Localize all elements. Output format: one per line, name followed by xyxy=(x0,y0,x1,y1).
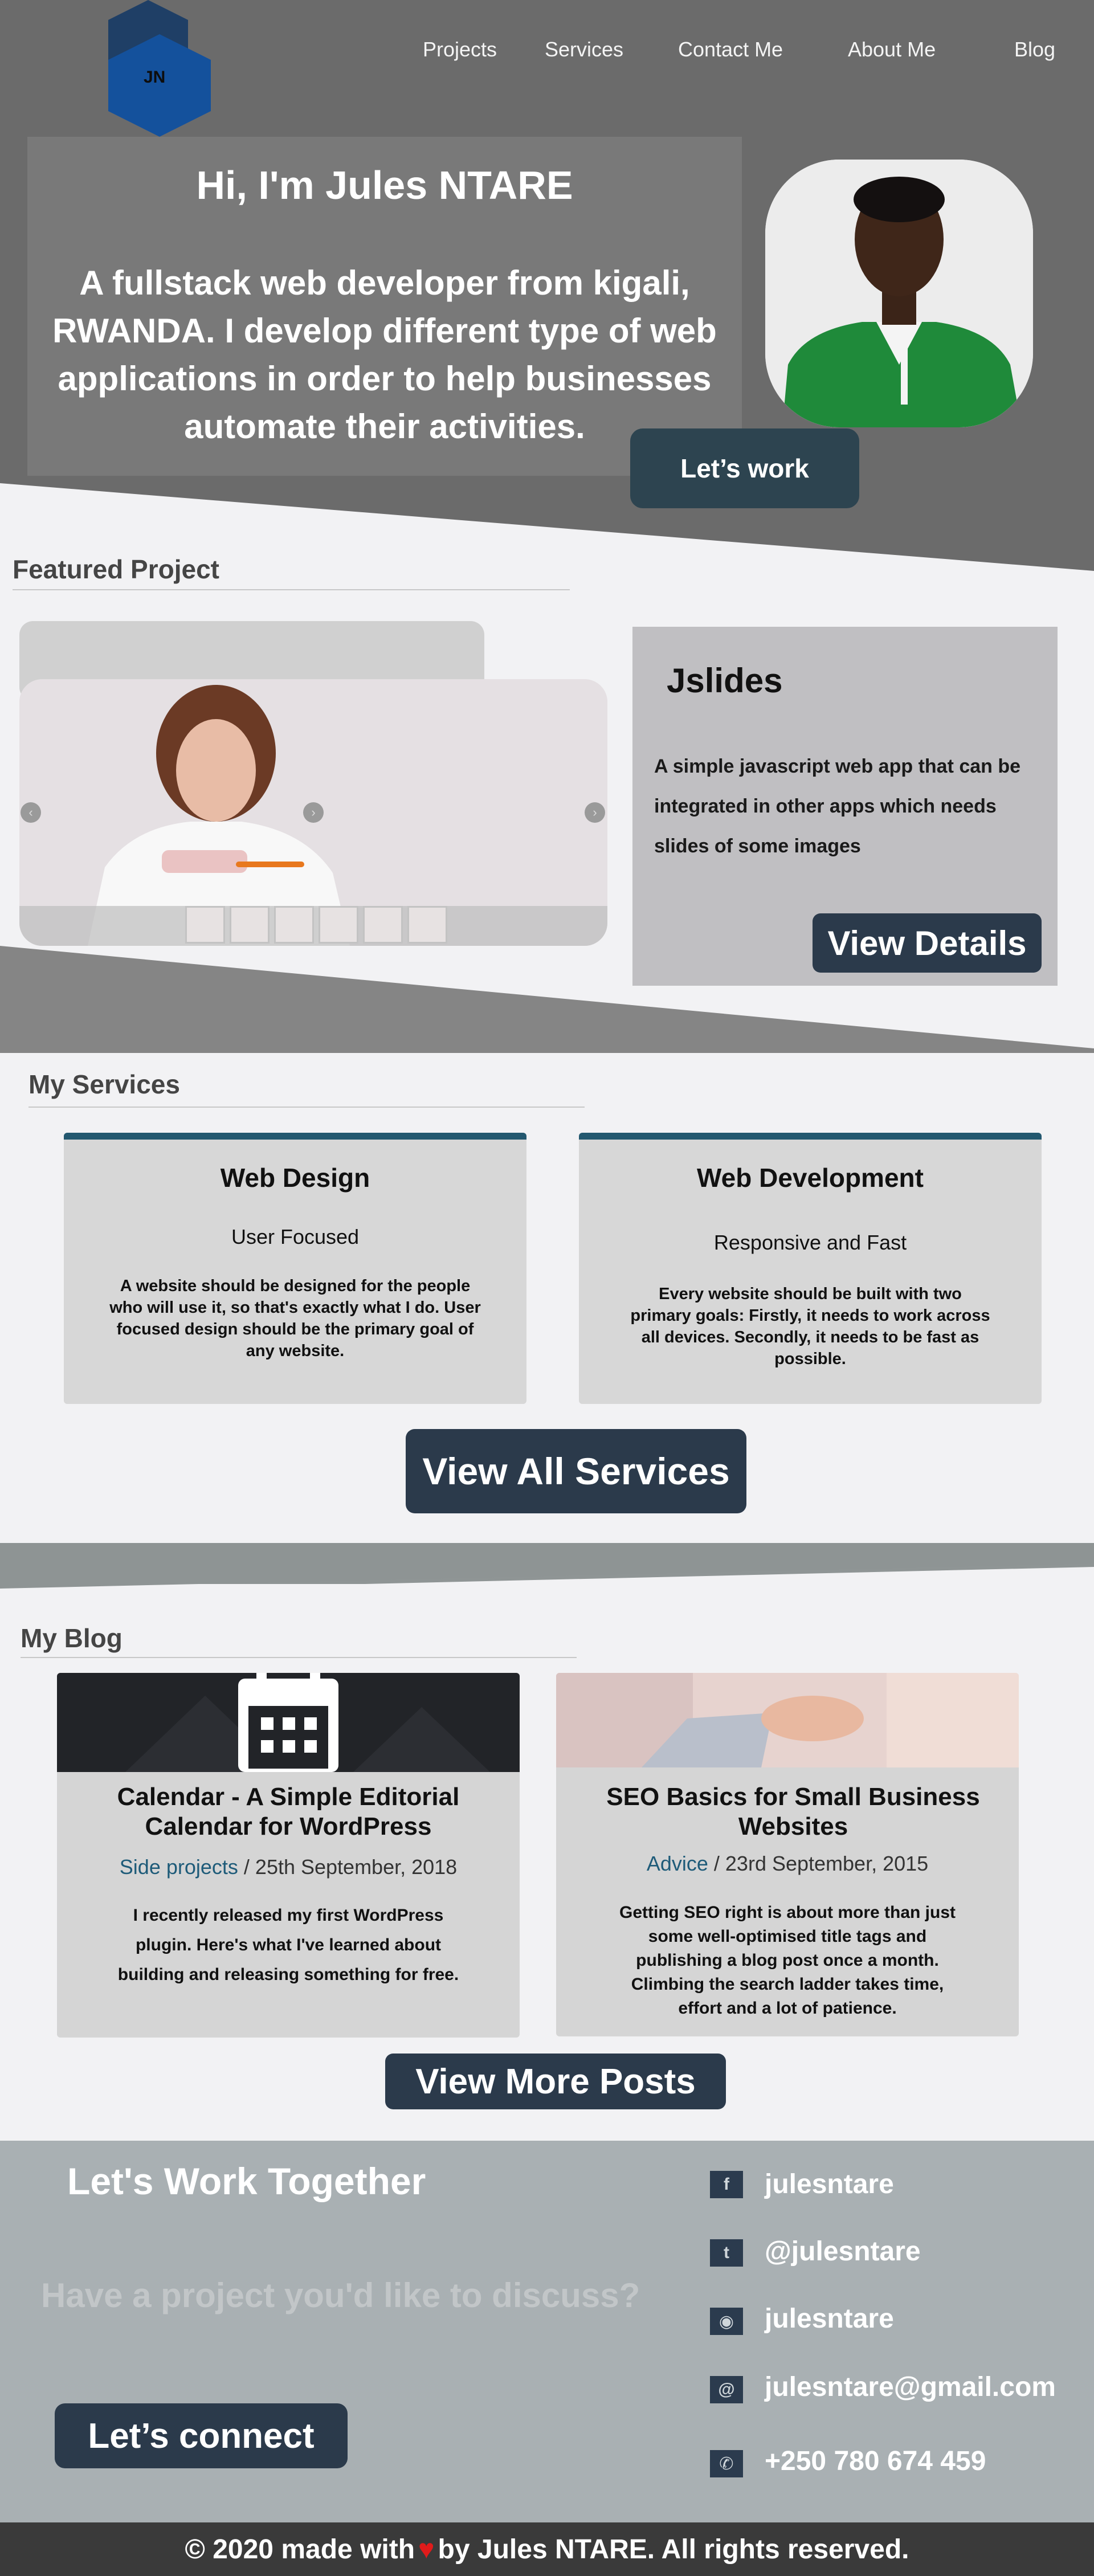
hero-greeting: Hi, I'm Jules NTARE xyxy=(196,163,573,207)
email-address[interactable]: julesntare@gmail.com xyxy=(765,2371,1056,2403)
logo[interactable]: JN xyxy=(91,0,211,137)
featured-title-divider xyxy=(13,589,570,590)
footer-text-start: © 2020 made with xyxy=(185,2534,415,2565)
blog-post-category[interactable]: Advice xyxy=(647,1852,708,1875)
service-title: Web Development xyxy=(697,1163,924,1193)
view-more-posts-button[interactable]: View More Posts xyxy=(385,2054,726,2109)
blog-post-date: / 23rd September, 2015 xyxy=(713,1852,929,1875)
lets-work-button[interactable]: Let’s work xyxy=(630,428,859,508)
slider-thumbnail[interactable] xyxy=(230,906,270,944)
service-subtitle: User Focused xyxy=(231,1225,360,1248)
slider-mid-arrow-icon[interactable]: › xyxy=(303,802,324,823)
slider-thumbnail[interactable] xyxy=(407,906,447,944)
instagram-handle[interactable]: julesntare xyxy=(765,2303,894,2334)
view-all-services-button[interactable]: View All Services xyxy=(406,1429,746,1513)
project-description: A simple javascript web app that can be … xyxy=(654,756,1021,857)
blog-post-excerpt: I recently released my first WordPress p… xyxy=(117,1906,459,1984)
nav-about-me[interactable]: About Me xyxy=(848,38,936,62)
calendar-icon xyxy=(57,1673,520,1772)
services-title-divider xyxy=(28,1107,585,1108)
facebook-handle[interactable]: julesntare xyxy=(765,2169,894,2200)
logo-text: JN xyxy=(144,68,165,87)
instagram-icon[interactable]: ◉ xyxy=(710,2308,743,2335)
blog-section-title: My Blog xyxy=(21,1623,123,1653)
profile-photo xyxy=(765,160,1033,427)
hero-description: A fullstack web developer from kigali, R… xyxy=(52,264,717,446)
service-title: Web Design xyxy=(220,1163,370,1193)
twitter-icon[interactable]: t xyxy=(710,2239,743,2267)
contact-question: Have a project you'd like to discuss? xyxy=(41,2276,640,2314)
nav-projects[interactable]: Projects xyxy=(423,38,497,62)
slider-thumbnails xyxy=(185,906,447,944)
twitter-handle[interactable]: @julesntare xyxy=(765,2236,921,2267)
service-description: Every website should be built with two p… xyxy=(630,1285,990,1368)
services-section-title: My Services xyxy=(28,1069,180,1099)
nav-blog[interactable]: Blog xyxy=(1014,38,1055,62)
blog-post-title[interactable]: Calendar - A Simple Editorial Calendar f… xyxy=(80,1782,497,1842)
blog-post-meta: Advice / 23rd September, 2015 xyxy=(556,1852,1019,1876)
blog-post-date: / 25th September, 2018 xyxy=(243,1855,458,1879)
service-subtitle: Responsive and Fast xyxy=(713,1231,907,1254)
nav-contact-me[interactable]: Contact Me xyxy=(678,38,783,62)
email-icon[interactable]: @ xyxy=(710,2376,743,2403)
featured-section-title: Featured Project xyxy=(13,554,219,584)
slider-thumbnail[interactable] xyxy=(363,906,403,944)
footer: © 2020 made with ♥ by Jules NTARE. All r… xyxy=(0,2522,1094,2576)
lets-connect-button[interactable]: Let’s connect xyxy=(55,2403,348,2468)
slider-prev-arrow-icon[interactable]: ‹ xyxy=(21,802,41,823)
slider-thumbnail[interactable] xyxy=(185,906,225,944)
nav-services[interactable]: Services xyxy=(545,38,623,62)
blog-post-meta: Side projects / 25th September, 2018 xyxy=(57,1855,520,1879)
blog-post-excerpt: Getting SEO right is about more than jus… xyxy=(619,1903,956,2018)
heart-icon: ♥ xyxy=(418,2534,435,2565)
blog-post-title[interactable]: SEO Basics for Small Business Websites xyxy=(590,1782,996,1842)
profile-photo-illustration xyxy=(765,160,1033,427)
phone-number[interactable]: +250 780 674 459 xyxy=(765,2446,986,2477)
slider-next-arrow-icon[interactable]: › xyxy=(585,802,605,823)
blog-title-divider xyxy=(21,1657,577,1658)
view-details-button[interactable]: View Details xyxy=(813,913,1042,973)
slider-thumbnail[interactable] xyxy=(319,906,358,944)
contact-title: Let's Work Together xyxy=(67,2160,426,2202)
service-description: A website should be designed for the peo… xyxy=(109,1277,481,1360)
slider-thumbnail[interactable] xyxy=(274,906,314,944)
footer-text-end: by Jules NTARE. All rights reserved. xyxy=(438,2534,909,2565)
blog-post-category[interactable]: Side projects xyxy=(120,1855,238,1879)
whatsapp-icon[interactable]: ✆ xyxy=(710,2450,743,2477)
project-title: Jslides xyxy=(667,662,783,700)
blog-post-image xyxy=(556,1673,1019,1767)
facebook-icon[interactable]: f xyxy=(710,2171,743,2198)
